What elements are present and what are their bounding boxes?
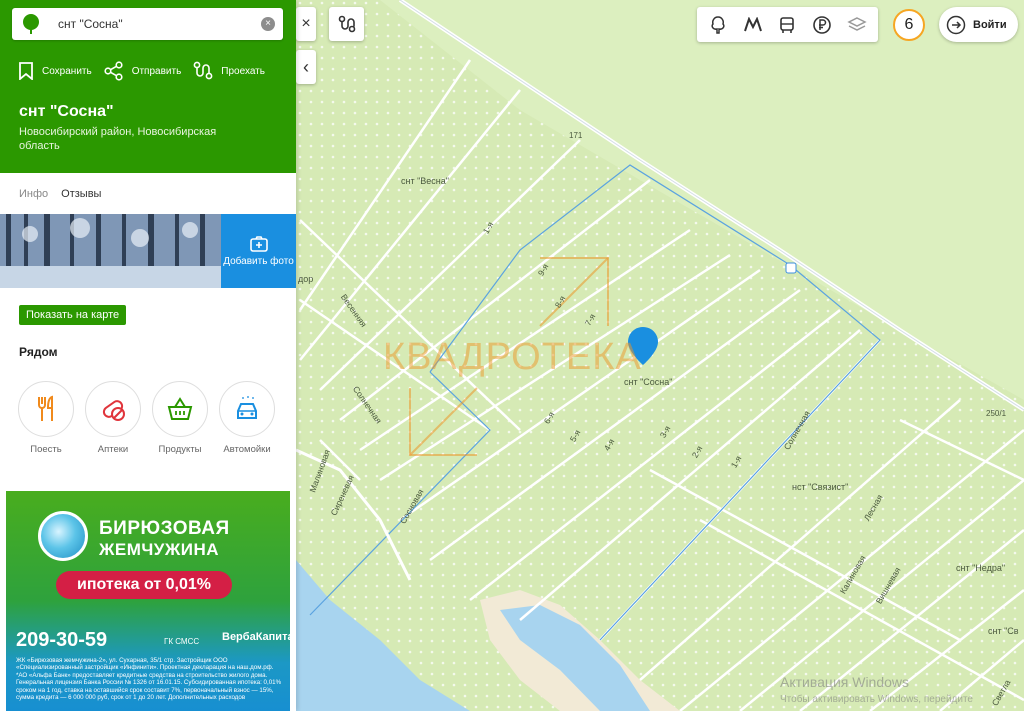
ad-offer: ипотека от 0,01% (56, 571, 232, 599)
save-button[interactable]: Сохранить (18, 61, 92, 81)
nearby-item-pharmacy[interactable]: Аптеки (85, 381, 141, 455)
login-button[interactable]: Войти (939, 7, 1018, 42)
show-on-map-button[interactable]: Показать на карте (19, 305, 127, 325)
directions-label: Проехать (221, 65, 265, 77)
ad-brand-line1: БИРЮЗОВАЯ (99, 518, 230, 539)
place-actions: Сохранить Отправить Проехать (18, 61, 277, 81)
windows-activation-text: Чтобы активировать Windows, перейдите (780, 694, 973, 705)
place-title: снт "Сосна" (19, 103, 114, 120)
route-icon (338, 15, 355, 33)
bookmark-icon (19, 62, 33, 80)
nearby-title: Рядом (19, 345, 58, 359)
ad-phone: 209-30-59 (16, 629, 108, 651)
layers-icon[interactable] (844, 12, 870, 38)
grocery-basket-icon (167, 397, 193, 420)
map-label-dor: дор (298, 274, 314, 284)
bus-icon[interactable] (774, 12, 800, 38)
nearby-label: Поесть (30, 444, 62, 455)
search-input[interactable] (58, 17, 248, 31)
nearby-item-food[interactable]: Поесть (18, 381, 74, 455)
share-label: Отправить (131, 65, 182, 77)
ad-brand-line2: ЖЕМЧУЖИНА (99, 540, 220, 559)
ad-pearl-logo-icon (38, 511, 88, 561)
add-photo-label: Добавить фото (223, 255, 294, 267)
tab-reviews[interactable]: Отзывы (61, 188, 101, 200)
add-photo-button[interactable]: Добавить фото (221, 214, 296, 288)
place-card-panel: × Сохранить Отправить Проехать снт "Сосн… (0, 0, 296, 711)
nearby-circle (219, 381, 275, 437)
collapse-panel-button[interactable]: ‹ (296, 50, 316, 84)
map-label-snt-vesna[interactable]: снт "Весна" (401, 176, 449, 186)
pharmacy-icon (102, 400, 125, 421)
share-icon (104, 61, 123, 81)
carwash-icon (237, 396, 257, 419)
nearby-circle (18, 381, 74, 437)
tab-info[interactable]: Инфо (19, 188, 48, 200)
ruble-icon[interactable] (809, 12, 835, 38)
map-layers-toolbar (697, 7, 878, 42)
metro-icon[interactable] (740, 12, 766, 38)
place-photo[interactable] (0, 214, 221, 288)
place-tabs: Инфо Отзывы (0, 173, 296, 214)
advertisement-banner[interactable]: БИРЮЗОВАЯ ЖЕМЧУЖИНА ипотека от 0,01% 209… (6, 491, 290, 711)
place-address: Новосибирский район, Новосибирская облас… (19, 126, 217, 152)
nearby-label: Автомойки (223, 444, 271, 455)
save-label: Сохранить (42, 65, 92, 77)
nearby-circle (85, 381, 141, 437)
route-icon (193, 61, 213, 80)
ad-fine-print: ЖК «Бирюзовая жемчужина-2», ул. Сухарная… (16, 657, 282, 702)
map-label-nst-svyazist[interactable]: нст "Связист" (792, 482, 848, 492)
login-label: Войти (973, 18, 1007, 31)
search-box[interactable]: × (12, 8, 283, 40)
place-card-header: × Сохранить Отправить Проехать снт "Сосн… (0, 0, 296, 173)
brand-logo-icon (23, 14, 39, 34)
chevron-left-icon: ‹ (303, 56, 309, 77)
map-label-snt-sv[interactable]: снт "Св (988, 626, 1019, 636)
nearby-label: Продукты (158, 444, 202, 455)
map-label-km171: 171 (569, 131, 583, 140)
kvadroteka-watermark: КВАДРОТЕКА (383, 336, 642, 378)
nearby-item-groceries[interactable]: Продукты (152, 381, 208, 455)
nearby-item-carwash[interactable]: Автомойки (219, 381, 275, 455)
nearby-label: Аптеки (97, 444, 129, 455)
food-icon (38, 395, 53, 421)
photo-row: Добавить фото (0, 214, 296, 288)
directions-button[interactable]: Проехать (193, 61, 265, 81)
map-label-km250: 250/1 (986, 409, 1007, 418)
share-button[interactable]: Отправить (104, 61, 182, 81)
ad-bank: ВербаКапитал (222, 631, 290, 643)
nearby-categories: Поесть Аптеки Продукты Автомойки (18, 381, 286, 455)
close-icon: × (301, 15, 311, 32)
ad-developer: ГК СМСС (164, 637, 200, 646)
close-panel-button[interactable]: × (296, 7, 316, 41)
nearby-circle (152, 381, 208, 437)
map-label-snt-nedra[interactable]: снт "Недра" (956, 563, 1005, 573)
clear-search-icon[interactable]: × (261, 17, 275, 31)
route-button[interactable] (329, 7, 364, 41)
windows-activation-title: Активация Windows (780, 674, 910, 690)
login-icon (946, 15, 966, 34)
camera-add-icon (249, 235, 268, 252)
weather-badge[interactable]: 6 (893, 9, 925, 41)
park-icon[interactable] (705, 12, 731, 38)
